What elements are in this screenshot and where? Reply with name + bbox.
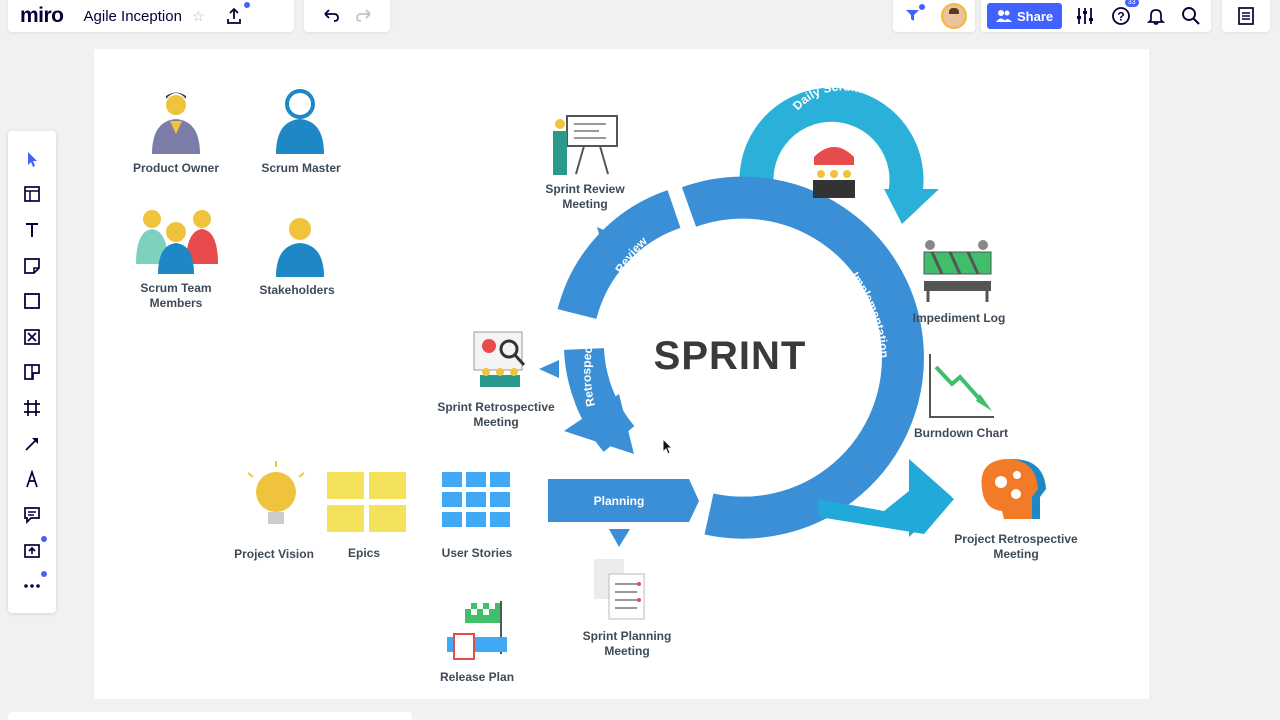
miro-logo[interactable]: miro bbox=[20, 4, 64, 28]
notification-dot bbox=[244, 2, 251, 8]
mouse-cursor-icon bbox=[662, 438, 674, 455]
undo-icon bbox=[323, 9, 339, 22]
release-plan-label: Release Plan bbox=[439, 670, 515, 684]
user-stories-label: User Stories bbox=[441, 546, 513, 560]
burndown-chart-label: Burndown Chart bbox=[914, 426, 1008, 440]
upload-tool[interactable] bbox=[14, 533, 50, 569]
product-owner-icon bbox=[152, 92, 200, 154]
stakeholder-icon bbox=[276, 218, 324, 277]
stakeholders-label: Stakeholders bbox=[259, 283, 335, 297]
project-vision-label: Project Vision bbox=[234, 547, 314, 561]
more-tools[interactable] bbox=[14, 568, 50, 604]
collaboration-bar bbox=[893, 0, 975, 32]
board-title[interactable]: Agile Inception bbox=[84, 8, 182, 25]
text-icon bbox=[26, 222, 38, 237]
undo-button[interactable] bbox=[319, 4, 343, 28]
reactions-button[interactable] bbox=[901, 4, 925, 28]
notification-dot bbox=[919, 4, 925, 10]
product-owner-label: Product Owner bbox=[132, 161, 220, 175]
sprint-retro-label: Sprint Retrospective Meeting bbox=[437, 400, 555, 429]
history-controls bbox=[304, 0, 390, 32]
redo-icon bbox=[355, 9, 371, 22]
line-tool[interactable] bbox=[14, 426, 50, 462]
sliders-icon bbox=[1077, 8, 1094, 24]
meeting-icon bbox=[813, 147, 855, 198]
help-badge: 33 bbox=[1124, 0, 1139, 7]
sprint-review-label: Sprint Review Meeting bbox=[545, 182, 625, 211]
crossed-box-icon bbox=[24, 328, 40, 345]
more-icon bbox=[24, 584, 40, 588]
card-grid-icon bbox=[442, 472, 510, 527]
help-icon: ? bbox=[1111, 7, 1130, 25]
pen-icon bbox=[26, 470, 38, 488]
lightbulb-icon bbox=[247, 461, 305, 524]
notification-dot bbox=[41, 571, 47, 578]
comment-tool[interactable] bbox=[14, 497, 50, 533]
help-button[interactable]: ? 33 bbox=[1109, 0, 1139, 28]
presentation-icon bbox=[553, 115, 618, 175]
card-tool[interactable] bbox=[14, 319, 50, 355]
cursor-icon bbox=[28, 151, 37, 167]
template-icon bbox=[24, 364, 40, 381]
impediment-log-label: Impediment Log bbox=[912, 311, 1006, 325]
scrum-master-icon bbox=[276, 89, 324, 154]
star-icon[interactable]: ☆ bbox=[192, 8, 205, 25]
search-button[interactable] bbox=[1179, 4, 1203, 28]
sprint-planning-label: Sprint Planning Meeting bbox=[582, 629, 672, 658]
notifications-button[interactable] bbox=[1144, 4, 1168, 28]
share-button[interactable]: Share bbox=[987, 3, 1063, 29]
svg-text:?: ? bbox=[1117, 10, 1124, 24]
upload-icon bbox=[24, 544, 40, 559]
notification-dot bbox=[41, 535, 47, 542]
upload-icon bbox=[227, 7, 242, 24]
head-gears-icon bbox=[981, 459, 1046, 519]
settings-button[interactable] bbox=[1073, 4, 1097, 28]
checklist-icon bbox=[594, 559, 645, 620]
bottom-toolbar bbox=[8, 712, 412, 720]
planning-label: Planning bbox=[594, 494, 645, 508]
sprint-title: SPRINT bbox=[653, 334, 807, 378]
layout-icon bbox=[24, 186, 40, 203]
sticky-note-icon bbox=[24, 257, 40, 274]
frames-tool[interactable] bbox=[14, 177, 50, 213]
template-tool[interactable] bbox=[14, 355, 50, 391]
sticky-notes-icon bbox=[327, 472, 406, 532]
crop-icon bbox=[24, 399, 40, 416]
export-button[interactable] bbox=[222, 2, 251, 28]
text-tool[interactable] bbox=[14, 212, 50, 248]
board-menu bbox=[1222, 0, 1270, 32]
scrum-team-label: Scrum Team Members bbox=[140, 281, 212, 310]
sticky-note-tool[interactable] bbox=[14, 248, 50, 284]
frame-tool[interactable] bbox=[14, 390, 50, 426]
redo-button[interactable] bbox=[352, 4, 376, 28]
document-icon bbox=[1238, 7, 1254, 25]
epics-label: Epics bbox=[347, 546, 381, 560]
bell-icon bbox=[1146, 9, 1165, 25]
project-retro-label: Project Retrospective Meeting bbox=[954, 532, 1078, 561]
burndown-chart-icon bbox=[929, 354, 994, 418]
share-label: Share bbox=[1017, 8, 1054, 24]
barricade-icon bbox=[923, 240, 992, 302]
users-icon bbox=[996, 10, 1012, 22]
right-toolbar: Share ? 33 bbox=[981, 0, 1211, 32]
pen-tool[interactable] bbox=[14, 461, 50, 497]
shape-tool[interactable] bbox=[14, 283, 50, 319]
comment-icon bbox=[24, 506, 40, 524]
square-icon bbox=[24, 293, 40, 310]
sprint-diagram: Daily Scrum Review Implementation Retros… bbox=[136, 79, 1046, 660]
notes-button[interactable] bbox=[1234, 4, 1258, 28]
scrum-team-icon bbox=[136, 210, 218, 274]
creation-toolbar bbox=[8, 131, 56, 613]
board-header: miro Agile Inception ☆ bbox=[8, 0, 294, 32]
arrow-line-icon bbox=[25, 437, 38, 451]
search-icon bbox=[1182, 7, 1200, 25]
user-avatar[interactable] bbox=[941, 3, 967, 29]
board-canvas[interactable]: Daily Scrum Review Implementation Retros… bbox=[94, 49, 1149, 699]
retrospective-icon bbox=[473, 331, 526, 387]
scrum-master-label: Scrum Master bbox=[261, 161, 341, 175]
select-tool[interactable] bbox=[14, 141, 50, 177]
finish-flag-icon bbox=[447, 601, 507, 660]
